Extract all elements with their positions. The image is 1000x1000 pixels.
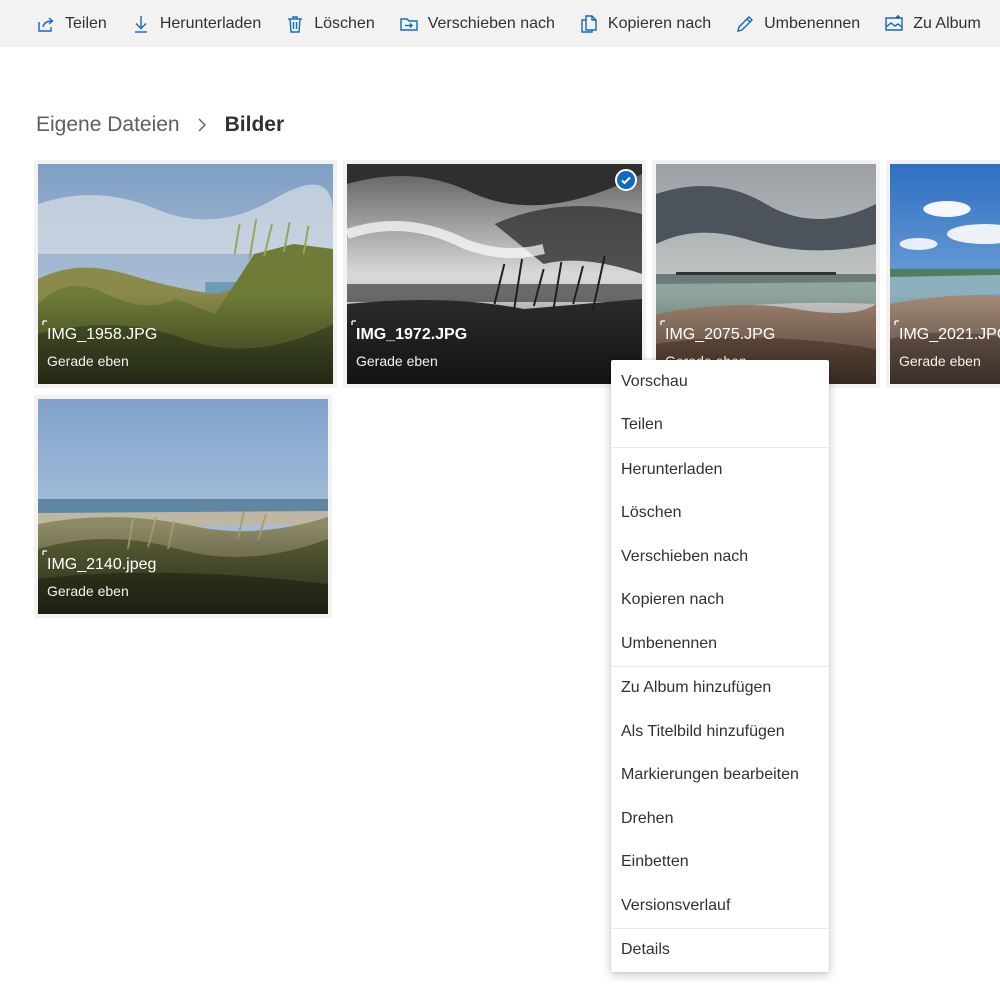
- menu-item-set-cover[interactable]: Als Titelbild hinzufügen: [611, 710, 829, 754]
- menu-item-version-history[interactable]: Versionsverlauf: [611, 884, 829, 928]
- copy-to-button[interactable]: Kopieren nach: [579, 0, 735, 47]
- move-to-button[interactable]: Verschieben nach: [399, 0, 579, 47]
- menu-item-delete[interactable]: Löschen: [611, 492, 829, 536]
- move-to-icon: [399, 14, 419, 34]
- menu-item-add-to-album[interactable]: Zu Album hinzufügen: [611, 667, 829, 711]
- menu-item-details[interactable]: Details: [611, 929, 829, 973]
- menu-item-share[interactable]: Teilen: [611, 404, 829, 448]
- command-bar: Teilen Herunterladen Löschen Verschieben…: [0, 0, 1000, 47]
- menu-item-download[interactable]: Herunterladen: [611, 448, 829, 492]
- file-name: IMG_2021.JPG: [899, 326, 1000, 343]
- add-to-album-label: Zu Album: [913, 14, 981, 32]
- photo-tile-3[interactable]: IMG_2075.JPG Gerade eben: [652, 160, 880, 388]
- trash-icon: [285, 14, 305, 34]
- download-label: Herunterladen: [159, 14, 262, 32]
- download-icon: [131, 14, 151, 34]
- menu-item-copy-to[interactable]: Kopieren nach: [611, 579, 829, 623]
- file-name: IMG_2140.jpeg: [47, 556, 157, 573]
- rename-button[interactable]: Umbenennen: [735, 0, 884, 47]
- rename-label: Umbenennen: [764, 14, 861, 32]
- photo-tile-4[interactable]: IMG_2021.JPG Gerade eben: [886, 160, 1000, 388]
- chevron-right-icon: [197, 118, 211, 132]
- file-name: IMG_1972.JPG: [356, 326, 468, 343]
- file-name: IMG_1958.JPG: [47, 326, 158, 343]
- share-label: Teilen: [65, 14, 107, 32]
- file-date: Gerade eben: [47, 583, 129, 599]
- download-button[interactable]: Herunterladen: [131, 0, 285, 47]
- file-name: IMG_2075.JPG: [665, 326, 776, 343]
- breadcrumb: Eigene Dateien Bilder: [36, 110, 284, 140]
- menu-item-move-to[interactable]: Verschieben nach: [611, 535, 829, 579]
- breadcrumb-root-link[interactable]: Eigene Dateien: [36, 113, 180, 137]
- photo-tile-2[interactable]: IMG_1972.JPG Gerade eben: [343, 160, 646, 388]
- move-to-label: Verschieben nach: [427, 14, 555, 32]
- menu-item-rename[interactable]: Umbenennen: [611, 622, 829, 666]
- file-date: Gerade eben: [899, 353, 981, 369]
- menu-item-preview[interactable]: Vorschau: [611, 360, 829, 404]
- photo-tile-5[interactable]: IMG_2140.jpeg Gerade eben: [34, 395, 332, 618]
- share-button[interactable]: Teilen: [36, 0, 131, 47]
- breadcrumb-current: Bilder: [224, 113, 285, 136]
- copy-icon: [579, 14, 599, 34]
- add-to-album-button[interactable]: Zu Album: [884, 0, 1000, 47]
- pencil-icon: [735, 14, 755, 34]
- delete-label: Löschen: [314, 14, 375, 32]
- context-menu: Vorschau Teilen Herunterladen Löschen Ve…: [611, 360, 829, 972]
- delete-button[interactable]: Löschen: [285, 0, 399, 47]
- selected-checkmark-icon[interactable]: [615, 169, 637, 191]
- menu-item-rotate[interactable]: Drehen: [611, 797, 829, 841]
- share-icon: [36, 14, 56, 34]
- menu-item-embed[interactable]: Einbetten: [611, 841, 829, 885]
- photo-tile-1[interactable]: IMG_1958.JPG Gerade eben: [34, 160, 337, 388]
- copy-to-label: Kopieren nach: [607, 14, 712, 32]
- add-to-album-icon: [884, 14, 904, 34]
- file-date: Gerade eben: [47, 353, 129, 369]
- menu-item-edit-tags[interactable]: Markierungen bearbeiten: [611, 754, 829, 798]
- file-date: Gerade eben: [356, 353, 438, 369]
